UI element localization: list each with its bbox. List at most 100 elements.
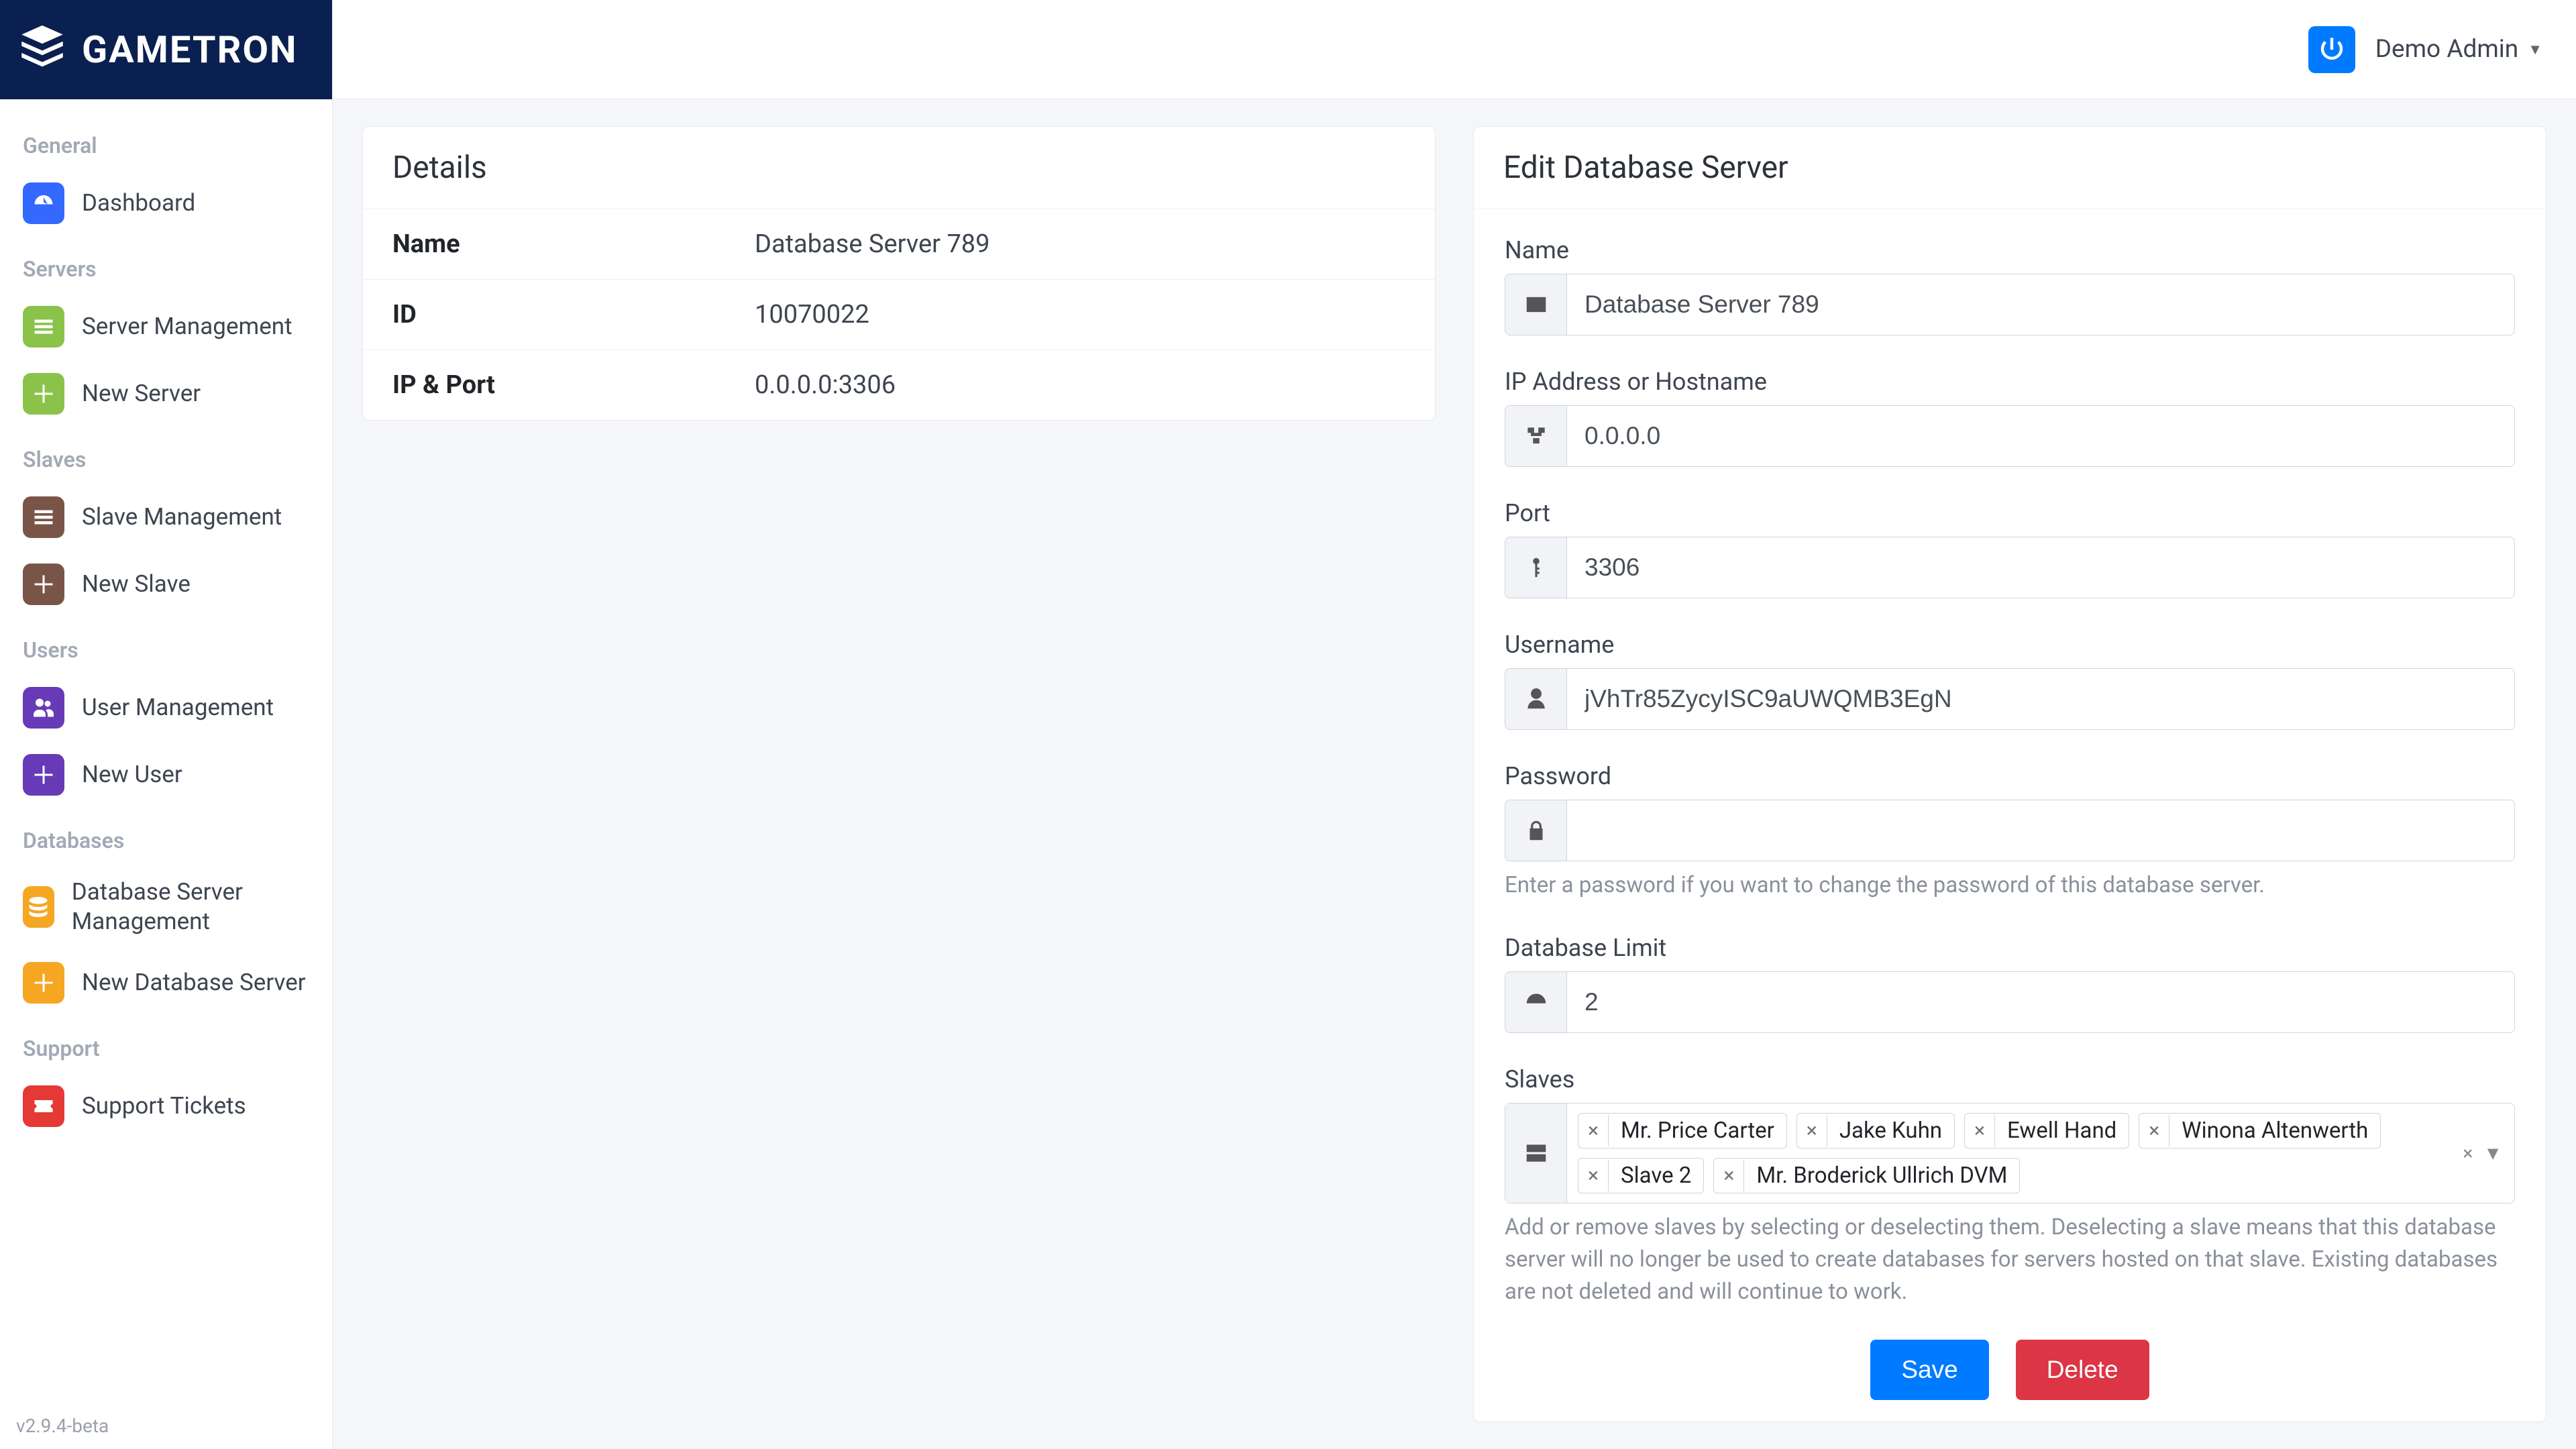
chevron-down-icon[interactable]: ▼ (2483, 1142, 2502, 1164)
slaves-label: Slaves (1505, 1065, 2515, 1093)
slave-tag: ×Mr. Price Carter (1578, 1113, 1787, 1148)
slave-tag: ×Jake Kuhn (1796, 1113, 1955, 1148)
edit-title: Edit Database Server (1474, 127, 2546, 209)
plus-icon (23, 564, 64, 605)
ip-input[interactable] (1567, 406, 2514, 466)
sidebar-item[interactable]: New Database Server (7, 951, 325, 1014)
chevron-down-icon: ▼ (2528, 41, 2542, 58)
remove-tag-icon[interactable]: × (1578, 1160, 1609, 1191)
sidebar-section-label: Support (7, 1018, 325, 1071)
slave-tag-label: Jake Kuhn (1827, 1114, 1954, 1148)
sidebar-item[interactable]: New Slave (7, 553, 325, 616)
sidebar-item-label: Database Server Management (72, 877, 309, 936)
power-icon (2318, 36, 2346, 64)
list-icon (23, 496, 64, 538)
details-row: NameDatabase Server 789 (363, 209, 1435, 279)
logo-text: GAMETRON (82, 28, 298, 72)
user-menu[interactable]: Demo Admin ▼ (2375, 35, 2542, 64)
logo[interactable]: GAMETRON (0, 0, 332, 99)
slave-tag-label: Slave 2 (1609, 1159, 1703, 1193)
topbar: Demo Admin ▼ (333, 0, 2576, 99)
details-row: ID10070022 (363, 279, 1435, 350)
save-button[interactable]: Save (1870, 1340, 1988, 1400)
gauge-icon (1505, 972, 1567, 1032)
version-label: v2.9.4-beta (0, 1403, 332, 1449)
sidebar-item[interactable]: Server Management (7, 295, 325, 358)
save-label: Save (1901, 1356, 1957, 1384)
name-input[interactable] (1567, 274, 2514, 335)
sidebar-item-label: Support Tickets (82, 1091, 246, 1121)
name-label: Name (1505, 236, 2515, 264)
remove-tag-icon[interactable]: × (1965, 1115, 1995, 1146)
user-icon (1505, 669, 1567, 729)
sidebar-item-label: New Server (82, 379, 201, 409)
plus-icon (23, 754, 64, 796)
sidebar-item[interactable]: Database Server Management (7, 867, 325, 947)
details-key: Name (363, 209, 725, 279)
sidebar-section-label: Users (7, 620, 325, 672)
slave-tag: ×Ewell Hand (1964, 1113, 2129, 1148)
username-input[interactable] (1567, 669, 2514, 729)
sidebar-item[interactable]: New Server (7, 362, 325, 425)
details-value: Database Server 789 (725, 209, 1435, 279)
password-input[interactable] (1567, 800, 2514, 861)
sidebar-section-label: Slaves (7, 429, 325, 482)
sidebar-item-label: User Management (82, 693, 274, 722)
sidebar-section-label: Servers (7, 239, 325, 291)
slave-tag: ×Winona Altenwerth (2139, 1113, 2381, 1148)
details-value: 10070022 (725, 280, 1435, 350)
port-input[interactable] (1567, 537, 2514, 598)
delete-label: Delete (2047, 1356, 2118, 1384)
slave-tag: ×Mr. Broderick Ullrich DVM (1713, 1158, 2020, 1193)
sidebar-item-label: Dashboard (82, 189, 195, 218)
dblimit-input[interactable] (1567, 972, 2514, 1032)
details-value: 0.0.0.0:3306 (725, 350, 1435, 420)
details-key: IP & Port (363, 350, 725, 420)
username-label: Username (1505, 631, 2515, 659)
sidebar-item-label: New Database Server (82, 968, 306, 998)
sidebar-item[interactable]: Support Tickets (7, 1075, 325, 1138)
details-card: Details NameDatabase Server 789ID1007002… (362, 126, 1436, 421)
dblimit-label: Database Limit (1505, 934, 2515, 962)
delete-button[interactable]: Delete (2016, 1340, 2149, 1400)
edit-card: Edit Database Server Name IP Address or … (1473, 126, 2546, 1422)
sidebar-section-label: Databases (7, 810, 325, 863)
logo-icon (15, 21, 70, 78)
password-label: Password (1505, 762, 2515, 790)
sidebar: General Dashboard Servers Server Management… (0, 99, 332, 1403)
sidebar-item-label: Server Management (82, 312, 292, 341)
slave-tag: ×Slave 2 (1578, 1158, 1704, 1193)
sidebar-item[interactable]: Slave Management (7, 486, 325, 549)
remove-tag-icon[interactable]: × (1714, 1160, 1744, 1191)
clear-selection-icon[interactable]: × (2463, 1142, 2473, 1164)
remove-tag-icon[interactable]: × (1578, 1115, 1609, 1146)
sidebar-item[interactable]: User Management (7, 676, 325, 739)
remove-tag-icon[interactable]: × (1797, 1115, 1827, 1146)
slave-tag-label: Mr. Broderick Ullrich DVM (1744, 1159, 2019, 1193)
slave-tag-label: Winona Altenwerth (2169, 1114, 2380, 1148)
details-title: Details (363, 127, 1435, 209)
plus-icon (23, 373, 64, 415)
sidebar-item-label: New User (82, 760, 182, 790)
network-icon (1505, 406, 1567, 466)
password-help: Enter a password if you want to change t… (1505, 869, 2515, 902)
slaves-help: Add or remove slaves by selecting or des… (1505, 1212, 2515, 1308)
slave-tag-label: Ewell Hand (1995, 1114, 2129, 1148)
sidebar-item[interactable]: New User (7, 743, 325, 806)
key-icon (1505, 537, 1567, 598)
slaves-multiselect[interactable]: ×Mr. Price Carter×Jake Kuhn×Ewell Hand×W… (1505, 1103, 2515, 1203)
sidebar-section-label: General (7, 115, 325, 168)
user-name: Demo Admin (2375, 35, 2519, 64)
ip-label: IP Address or Hostname (1505, 368, 2515, 396)
plus-icon (23, 962, 64, 1004)
database-icon (23, 886, 54, 928)
power-button[interactable] (2308, 26, 2355, 73)
details-key: ID (363, 280, 725, 350)
dashboard-icon (23, 182, 64, 224)
id-card-icon (1505, 274, 1567, 335)
sidebar-item[interactable]: Dashboard (7, 172, 325, 235)
details-row: IP & Port0.0.0.0:3306 (363, 350, 1435, 420)
remove-tag-icon[interactable]: × (2139, 1115, 2169, 1146)
lock-icon (1505, 800, 1567, 861)
list-icon (23, 306, 64, 347)
